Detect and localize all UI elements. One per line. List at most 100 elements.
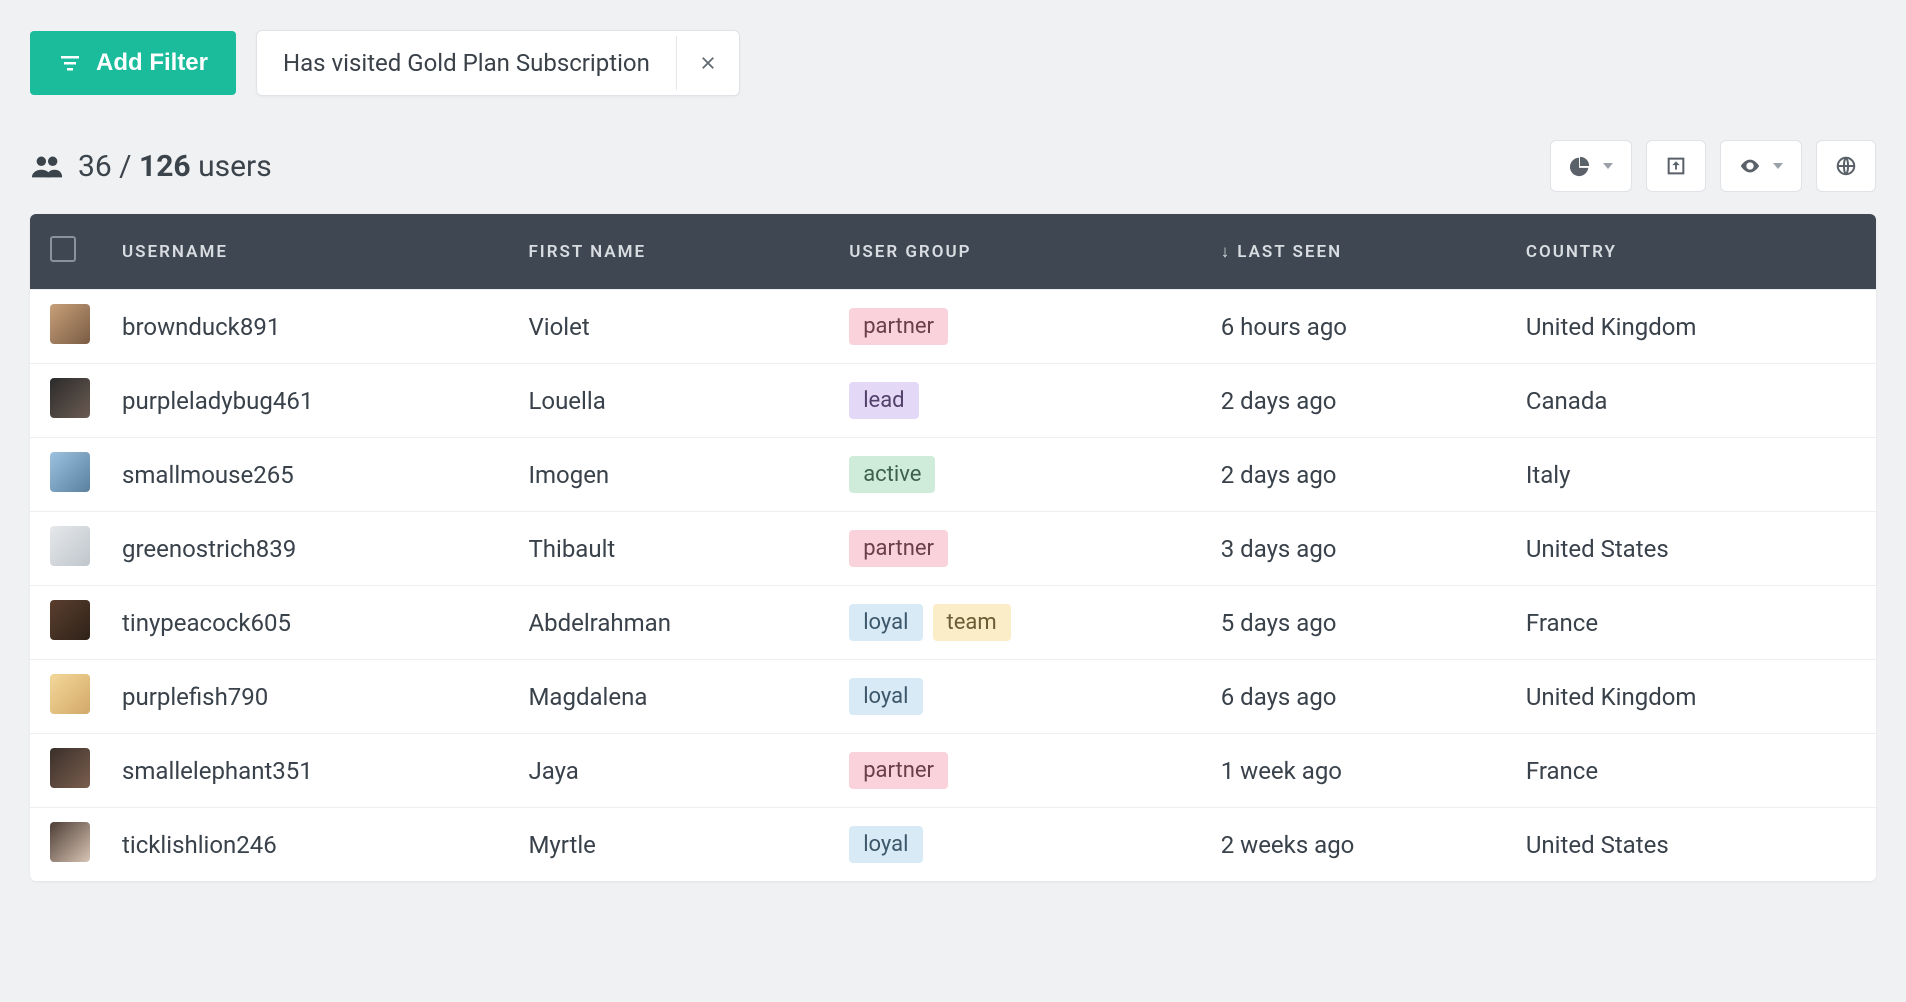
filter-chip[interactable]: Has visited Gold Plan Subscription: [256, 30, 740, 96]
col-user-group[interactable]: USER GROUP: [829, 214, 1201, 290]
col-username[interactable]: USERNAME: [102, 214, 508, 290]
avatar-cell: [30, 660, 102, 734]
cell-first-name: Louella: [508, 364, 829, 438]
avatar: [50, 452, 90, 492]
cell-user-group: partner: [829, 290, 1201, 364]
col-last-seen-label: LAST SEEN: [1237, 242, 1342, 262]
cell-last-seen: 6 days ago: [1201, 660, 1506, 734]
cell-first-name: Myrtle: [508, 808, 829, 882]
table-header-row: USERNAME FIRST NAME USER GROUP ↓LAST SEE…: [30, 214, 1876, 290]
checkbox-icon: [50, 236, 76, 262]
count-separator: /: [112, 149, 139, 184]
cell-country: Canada: [1506, 364, 1876, 438]
table-row[interactable]: purplefish790Magdalena loyal 6 days agoUni…: [30, 660, 1876, 734]
cell-user-group: loyal: [829, 660, 1201, 734]
table-row[interactable]: tinypeacock605Abdelrahmanloyalteam5 days…: [30, 586, 1876, 660]
tag-team: team: [933, 604, 1011, 641]
cell-country: United States: [1506, 512, 1876, 586]
avatar-cell: [30, 290, 102, 364]
cell-user-group: loyal team: [829, 586, 1201, 660]
table-row[interactable]: greenostrich839Thibault partner 3 days ago…: [30, 512, 1876, 586]
tag-partner: partner: [849, 752, 948, 789]
filtered-count: 36: [78, 149, 112, 184]
chart-button[interactable]: [1550, 140, 1632, 192]
avatar-cell: [30, 808, 102, 882]
table-row[interactable]: ticklishlion246Myrtle loyal 2 weeks agoUni…: [30, 808, 1876, 882]
cell-user-group: active: [829, 438, 1201, 512]
cell-username: tinypeacock605: [102, 586, 508, 660]
cell-user-group: partner: [829, 734, 1201, 808]
total-count: 126: [139, 149, 191, 184]
avatar: [50, 822, 90, 862]
cell-username: purpleladybug461: [102, 364, 508, 438]
cell-user-group: loyal: [829, 808, 1201, 882]
cell-country: United Kingdom: [1506, 660, 1876, 734]
select-all-header[interactable]: [30, 214, 102, 290]
export-icon: [1665, 155, 1687, 177]
cell-country: France: [1506, 586, 1876, 660]
avatar: [50, 674, 90, 714]
cell-username: ticklishlion246: [102, 808, 508, 882]
cell-last-seen: 5 days ago: [1201, 586, 1506, 660]
globe-icon: [1835, 155, 1857, 177]
globe-button[interactable]: [1816, 140, 1876, 192]
cell-first-name: Thibault: [508, 512, 829, 586]
cell-first-name: Imogen: [508, 438, 829, 512]
cell-first-name: Magdalena: [508, 660, 829, 734]
close-icon: [699, 54, 717, 72]
cell-last-seen: 2 days ago: [1201, 364, 1506, 438]
avatar: [50, 600, 90, 640]
cell-country: Italy: [1506, 438, 1876, 512]
col-country-label: COUNTRY: [1526, 242, 1617, 262]
user-count-summary: 36 / 126 users: [30, 149, 272, 184]
cell-country: United States: [1506, 808, 1876, 882]
visibility-button[interactable]: [1720, 140, 1802, 192]
col-first-name-label: FIRST NAME: [528, 242, 646, 262]
tag-active: active: [849, 456, 935, 493]
avatar: [50, 304, 90, 344]
filter-chip-label: Has visited Gold Plan Subscription: [257, 31, 676, 95]
cell-user-group: lead: [829, 364, 1201, 438]
cell-username: greenostrich839: [102, 512, 508, 586]
col-country[interactable]: COUNTRY: [1506, 214, 1876, 290]
cell-country: France: [1506, 734, 1876, 808]
cell-first-name: Jaya: [508, 734, 829, 808]
add-filter-label: Add Filter: [96, 49, 208, 77]
cell-username: smallelephant351: [102, 734, 508, 808]
avatar-cell: [30, 364, 102, 438]
avatar-cell: [30, 512, 102, 586]
chevron-down-icon: [1773, 163, 1783, 169]
cell-last-seen: 3 days ago: [1201, 512, 1506, 586]
tag-loyal: loyal: [849, 604, 922, 641]
filter-toolbar: Add Filter Has visited Gold Plan Subscri…: [30, 30, 1876, 96]
summary-row: 36 / 126 users: [30, 140, 1876, 192]
col-first-name[interactable]: FIRST NAME: [508, 214, 829, 290]
table-row[interactable]: purpleladybug461Louellalead2 days agoCan…: [30, 364, 1876, 438]
table-row[interactable]: brownduck891Violetpartner6 hours agoUnit…: [30, 290, 1876, 364]
tag-loyal: loyal: [849, 678, 922, 715]
cell-username: brownduck891: [102, 290, 508, 364]
tag-partner: partner: [849, 308, 948, 345]
table-row[interactable]: smallelephant351Jayapartner1 week agoFra…: [30, 734, 1876, 808]
cell-first-name: Violet: [508, 290, 829, 364]
add-filter-button[interactable]: Add Filter: [30, 31, 236, 95]
col-username-label: USERNAME: [122, 242, 228, 262]
tag-partner: partner: [849, 530, 948, 567]
cell-last-seen: 2 weeks ago: [1201, 808, 1506, 882]
avatar: [50, 378, 90, 418]
export-button[interactable]: [1646, 140, 1706, 192]
sort-desc-icon: ↓: [1221, 242, 1232, 262]
col-last-seen[interactable]: ↓LAST SEEN: [1201, 214, 1506, 290]
tag-loyal: loyal: [849, 826, 922, 863]
count-noun: users: [198, 149, 272, 184]
eye-icon: [1739, 155, 1761, 177]
users-table: USERNAME FIRST NAME USER GROUP ↓LAST SEE…: [30, 214, 1876, 881]
cell-username: purplefish790: [102, 660, 508, 734]
avatar: [50, 748, 90, 788]
filter-icon: [58, 51, 82, 75]
cell-last-seen: 2 days ago: [1201, 438, 1506, 512]
table-row[interactable]: smallmouse265Imogenactive2 days agoItaly: [30, 438, 1876, 512]
avatar: [50, 526, 90, 566]
pie-chart-icon: [1569, 155, 1591, 177]
filter-chip-remove[interactable]: [676, 36, 739, 90]
